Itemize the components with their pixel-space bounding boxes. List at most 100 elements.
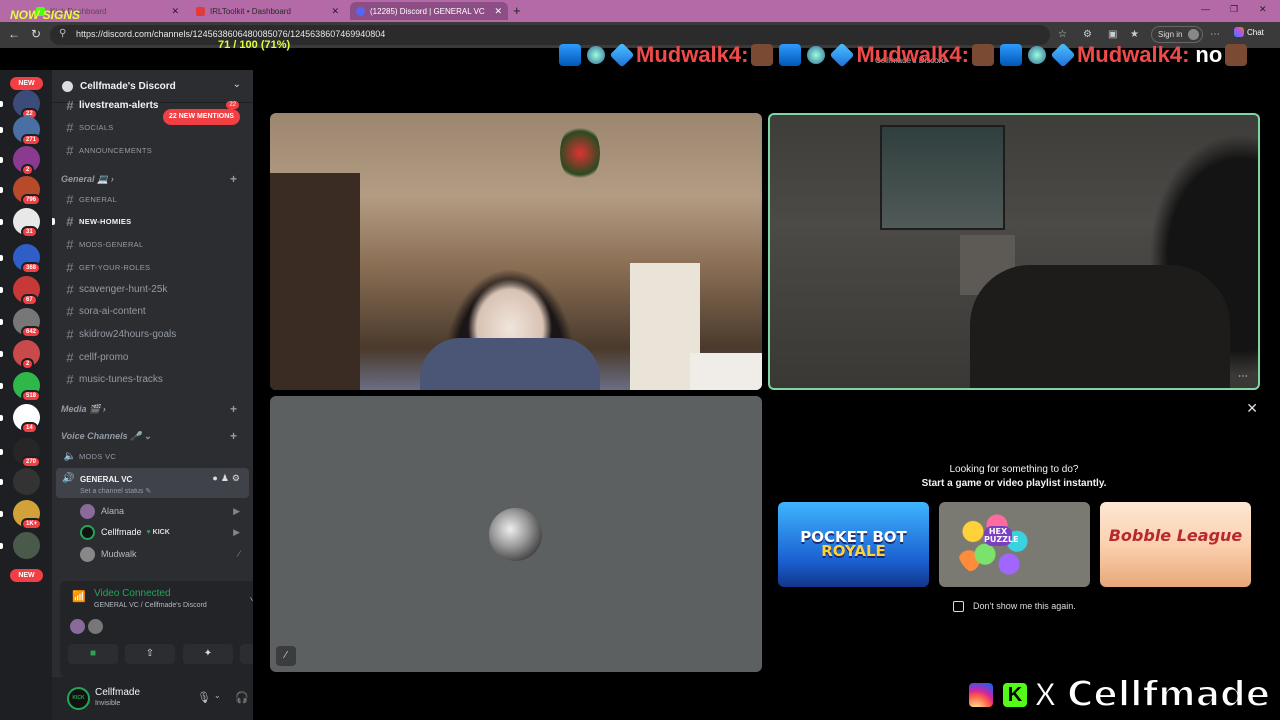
site-info-icon[interactable]: ⚲: [59, 28, 66, 39]
status-placeholder: Set a channel status: [80, 488, 144, 495]
tab-label: (12285) Discord | GENERAL VC: [370, 6, 485, 16]
category-media[interactable]: Media 🎬 › +: [61, 402, 245, 418]
channel-label: MODS-GENERAL: [79, 239, 144, 249]
unread-indicator: [0, 449, 3, 455]
muted-mic-icon: ⁄: [276, 646, 296, 666]
channel-label: scavenger-hunt-25k: [79, 283, 168, 295]
extensions-icon[interactable]: ⚙: [1083, 29, 1092, 40]
game-title: Bobble League: [1108, 526, 1243, 545]
unread-indicator: [0, 127, 3, 133]
channel-item[interactable]: # GENERAL: [61, 190, 245, 208]
channel-item[interactable]: # NEW-HOMIES: [52, 212, 245, 230]
maximize-icon[interactable]: ❐: [1230, 4, 1238, 15]
create-channel-icon[interactable]: +: [230, 402, 237, 416]
video-person: [420, 338, 600, 390]
emote-icon: [609, 42, 635, 68]
chevron-down-icon[interactable]: ⌄: [214, 691, 221, 700]
user-avatar[interactable]: KICK: [67, 687, 90, 710]
channel-item[interactable]: # GET-YOUR-ROLES: [61, 258, 245, 276]
category-general[interactable]: General 💻 › +: [61, 172, 245, 188]
voice-channel-general-vc[interactable]: 🔊 GENERAL VC Set a channel status ✎ ●♟⚙: [56, 468, 249, 498]
hash-icon: #: [66, 281, 74, 297]
set-channel-status[interactable]: Set a channel status ✎: [80, 487, 151, 495]
voice-user[interactable]: Mudwalk ⁄: [80, 545, 240, 563]
more-menu-icon[interactable]: ⋯: [1210, 29, 1220, 40]
hash-icon: #: [66, 326, 74, 342]
channel-socials[interactable]: # SOCIALS: [61, 118, 245, 136]
voice-location: GENERAL VC / Cellfmade's Discord: [94, 602, 207, 609]
back-arrow-icon[interactable]: ←: [8, 27, 20, 41]
tab-irltoolkit[interactable]: IRLToolkit • Dashboard ✕: [190, 2, 345, 20]
unread-indicator: [0, 543, 3, 549]
video-tile-mudwalk[interactable]: ⁄: [270, 396, 762, 672]
channel-item[interactable]: # music-tunes-tracks: [61, 370, 245, 388]
game-card-hex-puzzle[interactable]: HEX PUZZLE: [939, 502, 1090, 587]
create-channel-icon[interactable]: +: [230, 429, 237, 443]
window-close-icon[interactable]: ✕: [1259, 4, 1267, 15]
ticker-message: no: [1195, 42, 1223, 67]
minimize-icon[interactable]: —: [1201, 4, 1210, 14]
split-screen-icon[interactable]: ▣: [1108, 29, 1117, 40]
channel-announcements[interactable]: # ANNOUNCEMENTS: [61, 141, 245, 159]
reload-icon[interactable]: ↻: [31, 27, 41, 41]
dont-show-checkbox[interactable]: [953, 601, 964, 612]
game-title: HEX PUZZLE: [984, 526, 1019, 546]
emote-icon: [587, 46, 605, 64]
voice-channel-mods-vc[interactable]: 🔈 MODS VC: [61, 447, 245, 465]
unread-indicator: [0, 319, 3, 325]
hash-icon: #: [66, 303, 74, 319]
category-voice-channels[interactable]: Voice Channels 🎤 ⌄ +: [61, 429, 245, 445]
voice-user[interactable]: Cellfmade ♥ KICK ▶: [80, 523, 240, 541]
close-icon[interactable]: ✕: [1246, 400, 1258, 417]
voice-user[interactable]: Alana ▶: [80, 502, 240, 520]
close-tab-icon[interactable]: ✕: [171, 6, 179, 17]
ticker-username: Mudwalk4:: [856, 42, 969, 67]
server-icon[interactable]: [13, 468, 40, 495]
video-shelf: [270, 173, 360, 390]
microphone-icon[interactable]: 🎙: [197, 691, 211, 704]
chat-icon[interactable]: ●: [212, 473, 220, 483]
channel-label: GET-YOUR-ROLES: [79, 262, 151, 272]
invite-icon[interactable]: ♟: [221, 473, 232, 483]
close-tab-icon[interactable]: ✕: [331, 6, 339, 17]
copilot-icon: [1234, 27, 1244, 37]
url-text: https://discord.com/channels/12456386064…: [76, 29, 386, 39]
user-avatar: [80, 503, 95, 519]
unread-indicator: [0, 255, 3, 261]
headphones-icon[interactable]: 🎧: [235, 691, 249, 704]
participant-avatar: [70, 619, 85, 634]
activities-button[interactable]: ✦: [183, 644, 233, 664]
server-icon[interactable]: [13, 532, 40, 559]
user-avatar: [80, 524, 95, 540]
gear-icon[interactable]: ⚙: [232, 473, 243, 483]
channel-item[interactable]: # sora-ai-content: [61, 302, 245, 320]
new-tab-button[interactable]: +: [513, 3, 521, 18]
video-tile-cellfmade[interactable]: ⋯: [768, 113, 1260, 390]
channel-item[interactable]: # scavenger-hunt-25k: [61, 280, 245, 298]
video-tile-alana[interactable]: [270, 113, 762, 390]
screen-share-button[interactable]: ⇧: [125, 644, 175, 664]
favorite-star-icon[interactable]: ☆: [1058, 29, 1067, 40]
camera-button[interactable]: ■: [68, 644, 118, 664]
favorites-icon[interactable]: ★: [1130, 29, 1139, 40]
copilot-chat-button[interactable]: Chat: [1234, 27, 1264, 37]
more-options-icon[interactable]: ⋯: [1238, 371, 1248, 382]
video-chair: [970, 265, 1230, 388]
channel-item[interactable]: # cellf-promo: [61, 348, 245, 366]
tab-discord[interactable]: (12285) Discord | GENERAL VC ✕: [350, 2, 508, 20]
kick-role-tag: ♥ KICK: [147, 529, 170, 536]
new-servers-pill[interactable]: NEW: [10, 569, 43, 582]
game-card-bobble-league[interactable]: Bobble League: [1100, 502, 1251, 587]
chevron-down-icon: ⌄: [232, 79, 241, 90]
close-tab-icon[interactable]: ✕: [494, 6, 502, 17]
username[interactable]: Cellfmade: [95, 687, 140, 698]
channel-item[interactable]: # MODS-GENERAL: [61, 235, 245, 253]
user-status: Invisible: [95, 700, 121, 707]
create-channel-icon[interactable]: +: [230, 172, 237, 186]
channel-item[interactable]: # skidrow24hours-goals: [61, 325, 245, 343]
video-connected-label[interactable]: Video Connected: [94, 588, 171, 599]
game-card-pocket-bot-royale[interactable]: POCKET BOT ROYALE: [778, 502, 929, 587]
server-mention-badge: 271: [21, 134, 42, 146]
new-servers-pill[interactable]: NEW: [10, 77, 43, 90]
sign-in-button[interactable]: Sign in: [1151, 26, 1203, 43]
